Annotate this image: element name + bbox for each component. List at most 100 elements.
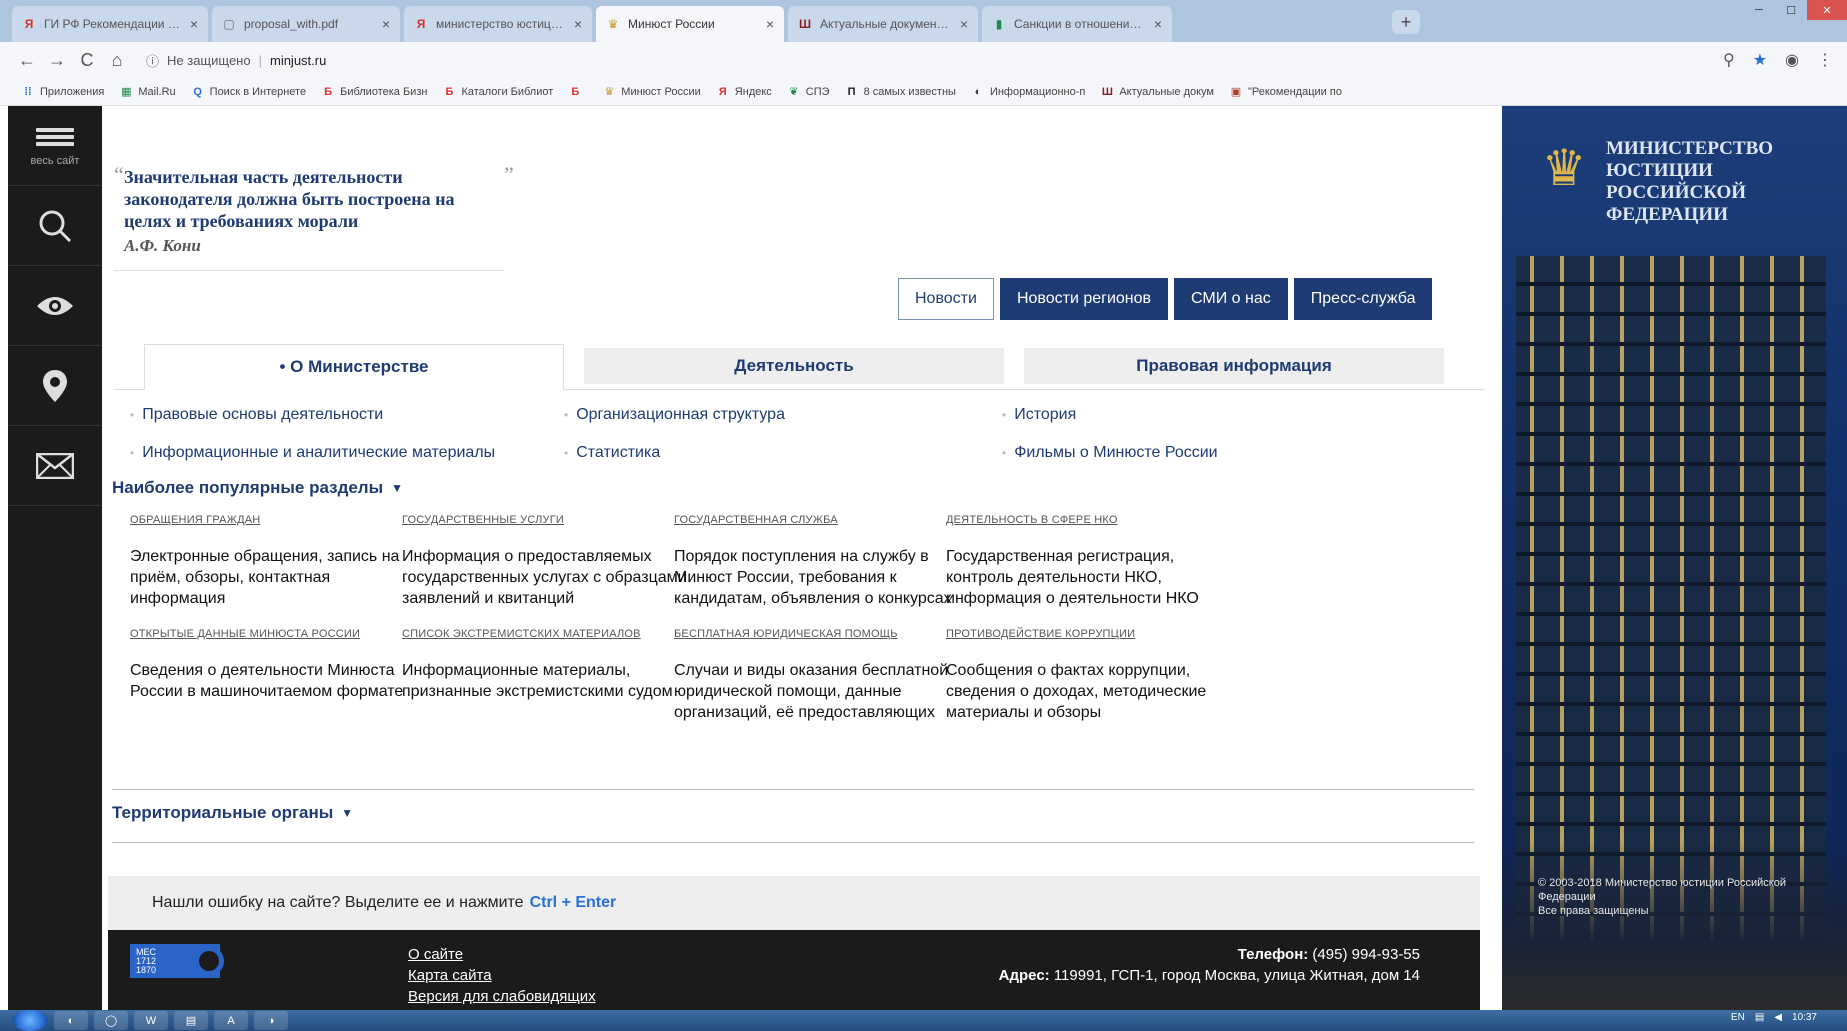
maximize-button[interactable]: ☐ <box>1775 0 1807 20</box>
close-tab-icon[interactable]: × <box>766 16 774 32</box>
bookmark-item[interactable]: ▣ "Рекомендации по <box>1230 86 1342 99</box>
bookmark-label: Информационно-п <box>989 85 1086 98</box>
bookmark-item[interactable]: Ш Актуальные докум <box>1101 86 1214 98</box>
reader-icon[interactable]: A <box>214 1011 248 1030</box>
yandex-icon: Я <box>718 85 727 98</box>
reload-button[interactable]: C <box>72 50 102 71</box>
bookmark-item[interactable]: ▦ Mail.Ru <box>120 86 176 99</box>
doc-icon: ▣ <box>1230 86 1242 98</box>
bookmark-item[interactable]: Я Яндекс <box>717 86 772 98</box>
bookmark-item[interactable]: Б Библиотека Бизн <box>322 86 427 98</box>
link-history[interactable]: История <box>1002 406 1076 424</box>
link-info-materials[interactable]: Информационные и аналитические материалы <box>130 444 495 462</box>
double-headed-eagle-icon[interactable]: ♛ <box>1532 136 1596 200</box>
browser-tab[interactable]: Ш Актуальные документы | Цен × <box>788 6 978 42</box>
url-separator: | <box>258 52 262 68</box>
link-films[interactable]: Фильмы о Минюсте России <box>1002 444 1217 462</box>
accessibility-button[interactable] <box>8 266 102 346</box>
popular-section-item: Государственная служба Порядок поступлени… <box>674 510 974 609</box>
bookmark-item[interactable]: ⁞⁞ Приложения <box>22 86 104 98</box>
close-tab-icon[interactable]: × <box>382 16 390 32</box>
tab-title: proposal_with.pdf <box>244 17 339 31</box>
bookmark-item[interactable]: Б <box>569 86 587 98</box>
popular-section-link[interactable]: Государственная служба <box>674 514 838 526</box>
mailru-icon: ▦ <box>121 86 132 98</box>
volume-icon[interactable]: ◀ <box>1774 1012 1782 1023</box>
popular-section-link[interactable]: Бесплатная юридическая помощь <box>674 628 898 640</box>
url-field[interactable]: ⓘ Не защищено | minjust.ru <box>146 51 326 70</box>
popular-section-link[interactable]: Обращения граждан <box>130 514 260 526</box>
zoom-icon[interactable]: ⚲ <box>1723 50 1735 70</box>
close-tab-icon[interactable]: × <box>1154 16 1162 32</box>
browser-tab[interactable]: ♛ Минюст России × <box>596 6 784 42</box>
close-tab-icon[interactable]: × <box>574 16 582 32</box>
popular-section-link[interactable]: Список экстремистских материалов <box>402 628 641 640</box>
window-close-button[interactable]: ✕ <box>1807 0 1847 20</box>
bookmark-item[interactable]: Q Поиск в Интернете <box>192 86 306 98</box>
network-icon[interactable]: ▤ <box>1755 1012 1764 1023</box>
footer-link-about[interactable]: О сайте <box>408 944 596 965</box>
tab-about-ministry[interactable]: • О Министерстве <box>144 344 564 390</box>
tab-legal-info[interactable]: Правовая информация <box>1024 348 1444 384</box>
info-icon[interactable]: ⓘ <box>146 51 159 70</box>
browser-menu-icon[interactable]: ⋮ <box>1817 50 1833 70</box>
burger-menu-icon <box>36 125 74 149</box>
language-indicator[interactable]: EN <box>1731 1012 1745 1023</box>
popular-sections-toggle[interactable]: Наиболее популярные разделы ▼ <box>112 478 403 498</box>
popular-section-link[interactable]: Открытые данные Минюста России <box>130 628 360 640</box>
link-legal-basis[interactable]: Правовые основы деятельности <box>130 406 383 424</box>
browser-tab[interactable]: Я ГИ РФ Рекомендации по работе × <box>12 6 208 42</box>
popular-section-link[interactable]: Противодействие коррупции <box>946 628 1135 640</box>
territorial-bodies-toggle[interactable]: Территориальные органы ▼ <box>112 803 353 823</box>
press-service-button[interactable]: Пресс-служба <box>1293 278 1433 320</box>
chrome2-icon[interactable]: ◑ <box>254 1011 288 1030</box>
bookmark-item[interactable]: Б Каталоги Библиот <box>443 86 554 98</box>
media-about-us-button[interactable]: СМИ о нас <box>1174 278 1288 320</box>
browser-tab-strip: Я ГИ РФ Рекомендации по работе × ▢ proposal_… <box>0 0 1847 42</box>
new-tab-button[interactable]: + <box>1392 10 1420 34</box>
regional-news-button[interactable]: Новости регионов <box>999 278 1169 320</box>
location-button[interactable] <box>8 346 102 426</box>
bookmark-item[interactable]: ◐ Информационно-п <box>972 85 1086 98</box>
explorer-icon[interactable]: ▤ <box>174 1011 208 1030</box>
forward-button[interactable]: → <box>42 50 72 71</box>
footer-link-accessible[interactable]: Версия для слабовидящих <box>408 986 596 1007</box>
tab-title: министерство юстиции рф сайт <box>436 17 568 31</box>
footer-link-sitemap[interactable]: Карта сайта <box>408 965 596 986</box>
chrome-icon[interactable]: ◯ <box>94 1011 128 1030</box>
news-button[interactable]: Новости <box>898 278 994 320</box>
popular-section-link[interactable]: Государственные услуги <box>402 514 564 526</box>
start-icon[interactable] <box>12 1010 48 1031</box>
clock[interactable]: 10:37 <box>1792 1012 1817 1023</box>
close-tab-icon[interactable]: × <box>190 16 198 32</box>
bookmark-star-icon[interactable]: ★ <box>1753 50 1767 70</box>
popular-section-description: Государственная регистрация, контроль де… <box>946 548 1199 607</box>
error-report-text: Нашли ошибку на сайте? Выделите ее и наж… <box>152 894 524 911</box>
building-base <box>1502 840 1847 1010</box>
browser-tab[interactable]: Яминистерство юстиции рф сайт × <box>404 6 592 42</box>
footer-logo[interactable]: МЕС 1712 1870 <box>130 944 224 978</box>
back-button[interactable]: ← <box>12 50 42 71</box>
phone-value: (495) 994-93-55 <box>1312 946 1420 963</box>
account-icon[interactable]: ◉ <box>1785 50 1799 70</box>
home-button[interactable]: ⌂ <box>102 50 132 71</box>
word-icon[interactable]: W <box>134 1011 168 1030</box>
browser-tab[interactable]: ▮ Санкции в отношении сотрудн × <box>982 6 1172 42</box>
bookmark-item[interactable]: П 8 самых известны <box>846 86 956 98</box>
close-tab-icon[interactable]: × <box>960 16 968 32</box>
bookmark-item[interactable]: ♛ Минюст России <box>603 86 700 99</box>
contact-mail-button[interactable] <box>8 426 102 506</box>
browser-tab[interactable]: ▢ proposal_with.pdf × <box>212 6 400 42</box>
copyright: © 2003-2018 Министерство юстиции Российс… <box>1538 877 1786 917</box>
url-host[interactable]: minjust.ru <box>270 53 326 68</box>
popular-section-link[interactable]: Деятельность в сфере НКО <box>946 514 1118 526</box>
site-search-button[interactable] <box>8 186 102 266</box>
tab-activity[interactable]: Деятельность <box>584 348 1004 384</box>
bookmark-item[interactable]: ❦ СПЭ <box>788 86 829 99</box>
ie-icon[interactable]: ◐ <box>54 1011 88 1030</box>
minimize-button[interactable]: ─ <box>1743 0 1775 20</box>
site-menu-button[interactable]: весь сайт <box>8 106 102 186</box>
tab-title: Минюст России <box>628 17 715 31</box>
link-org-structure[interactable]: Организационная структура <box>564 406 785 424</box>
link-statistics[interactable]: Статистика <box>564 444 660 462</box>
